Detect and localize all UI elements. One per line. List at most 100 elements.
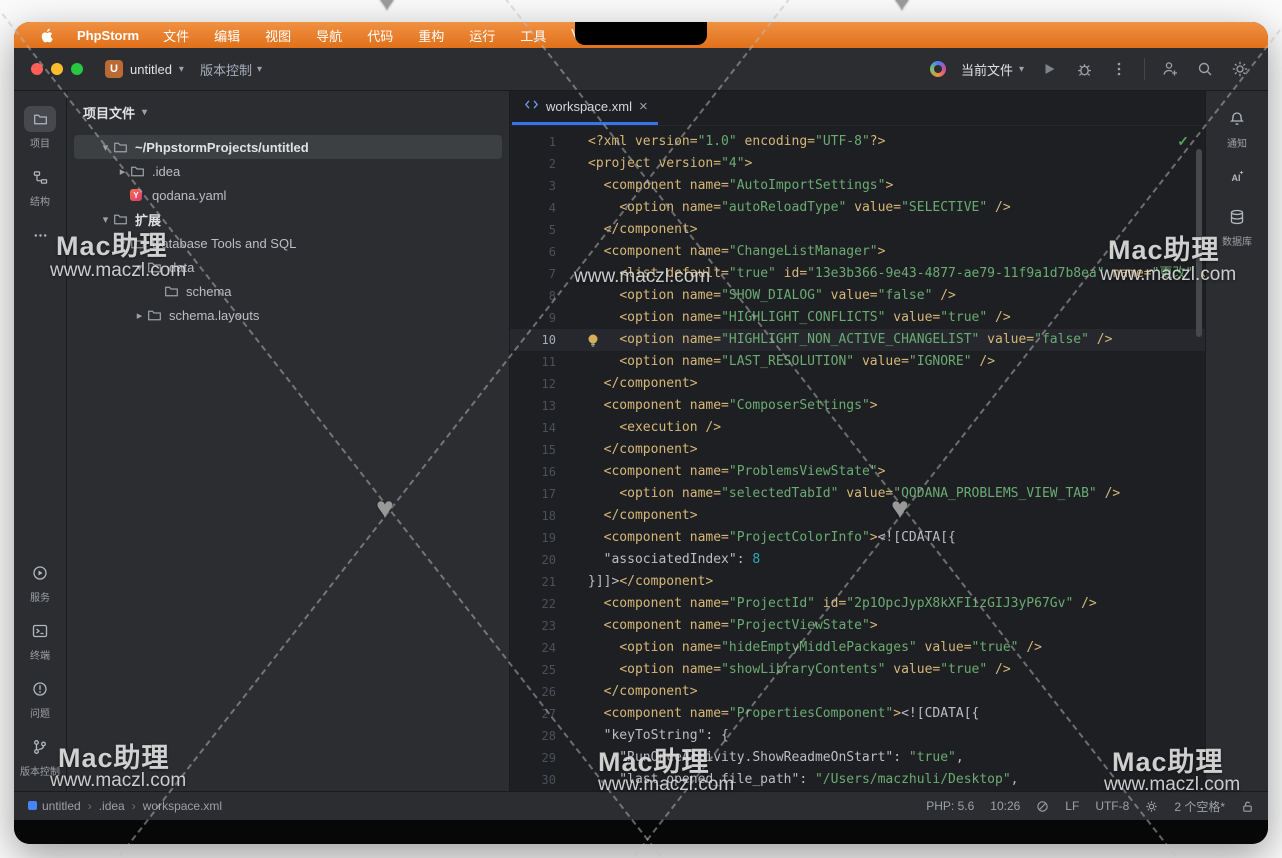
apple-menu-icon[interactable] (40, 28, 53, 43)
column-selection-icon[interactable] (1036, 800, 1049, 813)
code-line-14[interactable]: 14 <execution /> (510, 417, 1205, 439)
code-line-4[interactable]: 4 <option name="autoReloadType" value="S… (510, 197, 1205, 219)
chevron-down-icon[interactable]: ▾ (132, 261, 147, 274)
chevron-down-icon[interactable]: ▾ (98, 213, 113, 226)
menu-item-编辑[interactable]: 编辑 (214, 26, 240, 45)
menu-item-导航[interactable]: 导航 (316, 26, 342, 45)
code-line-22[interactable]: 22 <component name="ProjectId" id="2p1Op… (510, 593, 1205, 615)
code-with-me-button[interactable] (1160, 59, 1180, 79)
vcs-widget[interactable]: 版本控制 ▾ (200, 60, 262, 79)
chevron-down-icon[interactable]: ▾ (98, 141, 113, 154)
editor-tab-workspace-xml[interactable]: workspace.xml × (512, 91, 658, 125)
code-editor[interactable]: 1<?xml version="1.0" encoding="UTF-8"?>2… (510, 126, 1205, 791)
tool-window-button-通知[interactable]: 通知 (1206, 99, 1268, 157)
menu-item-代码[interactable]: 代码 (367, 26, 393, 45)
encoding-widget[interactable]: UTF-8 (1095, 799, 1129, 813)
code-line-11[interactable]: 11 <option name="LAST_RESOLUTION" value=… (510, 351, 1205, 373)
close-tab-icon[interactable]: × (639, 99, 648, 114)
code-line-23[interactable]: 23 <component name="ProjectViewState"> (510, 615, 1205, 637)
menu-app-name[interactable]: PhpStorm (77, 28, 139, 43)
caret-position-widget[interactable]: 10:26 (990, 799, 1020, 813)
tree-item-data[interactable]: ▾data (74, 255, 502, 279)
code-line-29[interactable]: 29 "RunOnceActivity.ShowReadmeOnStart": … (510, 747, 1205, 769)
search-everywhere-button[interactable] (1195, 59, 1215, 79)
code-line-12[interactable]: 12 </component> (510, 373, 1205, 395)
settings-button[interactable] (1230, 59, 1250, 79)
tree-item-.idea[interactable]: ▸.idea (74, 159, 502, 183)
code-line-7[interactable]: 7 <list default="true" id="13e3b366-9e43… (510, 263, 1205, 285)
tree-item-qodana.yaml[interactable]: Yqodana.yaml (74, 183, 502, 207)
menu-item-运行[interactable]: 运行 (469, 26, 495, 45)
code-line-20[interactable]: 20 "associatedIndex": 8 (510, 549, 1205, 571)
code-line-13[interactable]: 13 <component name="ComposerSettings"> (510, 395, 1205, 417)
tool-window-button-ai[interactable]: AI (1206, 157, 1268, 197)
code-line-16[interactable]: 16 <component name="ProblemsViewState"> (510, 461, 1205, 483)
code-line-17[interactable]: 17 <option name="selectedTabId" value="Q… (510, 483, 1205, 505)
breadcrumb-item-.idea[interactable]: .idea (99, 799, 125, 813)
code-text: </component> (570, 219, 698, 241)
minimize-window-button[interactable] (51, 63, 63, 75)
indent-widget[interactable]: 2 个空格* (1174, 798, 1225, 815)
tool-window-button-more[interactable] (14, 215, 66, 255)
tool-window-button-结构[interactable]: 结构 (14, 157, 66, 215)
code-line-25[interactable]: 25 <option name="showLibraryContents" va… (510, 659, 1205, 681)
menu-item-重构[interactable]: 重构 (418, 26, 444, 45)
tool-window-button-版本控制[interactable]: 版本控制 (14, 727, 66, 785)
code-line-18[interactable]: 18 </component> (510, 505, 1205, 527)
code-line-19[interactable]: 19 <component name="ProjectColorInfo"><!… (510, 527, 1205, 549)
chevron-right-icon[interactable]: ▸ (132, 309, 147, 322)
code-line-6[interactable]: 6 <component name="ChangeListManager"> (510, 241, 1205, 263)
breadcrumb-item-workspace.xml[interactable]: workspace.xml (143, 799, 222, 813)
indent-settings-icon[interactable] (1145, 800, 1158, 813)
code-line-24[interactable]: 24 <option name="hideEmptyMiddlePackages… (510, 637, 1205, 659)
php-version-widget[interactable]: PHP: 5.6 (926, 799, 974, 813)
tool-window-button-服务[interactable]: 服务 (14, 553, 66, 611)
code-line-27[interactable]: 27 <component name="PropertiesComponent"… (510, 703, 1205, 725)
run-configuration-widget[interactable]: 当前文件 ▾ (961, 60, 1024, 79)
more-actions-button[interactable] (1109, 59, 1129, 79)
code-line-3[interactable]: 3 <component name="AutoImportSettings"> (510, 175, 1205, 197)
chevron-right-icon[interactable]: ▸ (115, 165, 130, 178)
code-line-30[interactable]: 30 "last_opened_file_path": "/Users/macz… (510, 769, 1205, 791)
chevron-down-icon[interactable]: ▾ (115, 237, 130, 250)
code-line-9[interactable]: 9 <option name="HIGHLIGHT_CONFLICTS" val… (510, 307, 1205, 329)
project-widget[interactable]: U untitled ▾ (105, 60, 184, 78)
code-text: </component> (570, 373, 698, 395)
code-line-1[interactable]: 1<?xml version="1.0" encoding="UTF-8"?> (510, 131, 1205, 153)
breadcrumb-item-untitled[interactable]: untitled (28, 799, 81, 813)
code-line-5[interactable]: 5 </component> (510, 219, 1205, 241)
tool-window-button-问题[interactable]: 问题 (14, 669, 66, 727)
tool-window-button-终端[interactable]: 终端 (14, 611, 66, 669)
menu-item-视图[interactable]: 视图 (265, 26, 291, 45)
code-line-28[interactable]: 28 "keyToString": { (510, 725, 1205, 747)
tree-item-schema.layouts[interactable]: ▸schema.layouts (74, 303, 502, 327)
line-ending-widget[interactable]: LF (1065, 799, 1079, 813)
tool-window-button-label: 项目 (30, 135, 50, 150)
lock-icon[interactable] (1241, 800, 1254, 813)
debug-button[interactable] (1074, 59, 1094, 79)
code-line-8[interactable]: 8 <option name="SHOW_DIALOG" value="fals… (510, 285, 1205, 307)
tree-item-~/PhpstormProjects/untitled[interactable]: ▾~/PhpstormProjects/untitled (74, 135, 502, 159)
macos-menu-bar: PhpStorm 文件编辑视图导航代码重构运行工具VCS (14, 22, 1268, 48)
code-line-10[interactable]: 10 <option name="HIGHLIGHT_NON_ACTIVE_CH… (510, 329, 1205, 351)
jetbrains-swirl-icon[interactable] (930, 61, 946, 77)
zoom-window-button[interactable] (71, 63, 83, 75)
tree-item-Database Tools and SQL[interactable]: ▾Database Tools and SQL (74, 231, 502, 255)
menu-item-工具[interactable]: 工具 (520, 26, 546, 45)
tree-item-扩展[interactable]: ▾扩展 (74, 207, 502, 231)
tool-window-button-数据库[interactable]: 数据库 (1206, 197, 1268, 255)
display-notch (575, 22, 707, 45)
code-line-15[interactable]: 15 </component> (510, 439, 1205, 461)
code-text: <component name="ProjectColorInfo"><![CD… (570, 527, 956, 549)
inspections-ok-icon[interactable]: ✓ (1177, 133, 1189, 150)
project-view-header[interactable]: 项目文件 ▾ (67, 91, 509, 133)
editor-scrollbar[interactable] (1196, 149, 1202, 337)
tree-item-schema[interactable]: schema (74, 279, 502, 303)
tool-window-button-项目[interactable]: 项目 (14, 99, 66, 157)
menu-item-文件[interactable]: 文件 (163, 26, 189, 45)
code-line-26[interactable]: 26 </component> (510, 681, 1205, 703)
code-line-21[interactable]: 21}]]></component> (510, 571, 1205, 593)
code-line-2[interactable]: 2<project version="4"> (510, 153, 1205, 175)
close-window-button[interactable] (31, 63, 43, 75)
run-button[interactable] (1039, 59, 1059, 79)
